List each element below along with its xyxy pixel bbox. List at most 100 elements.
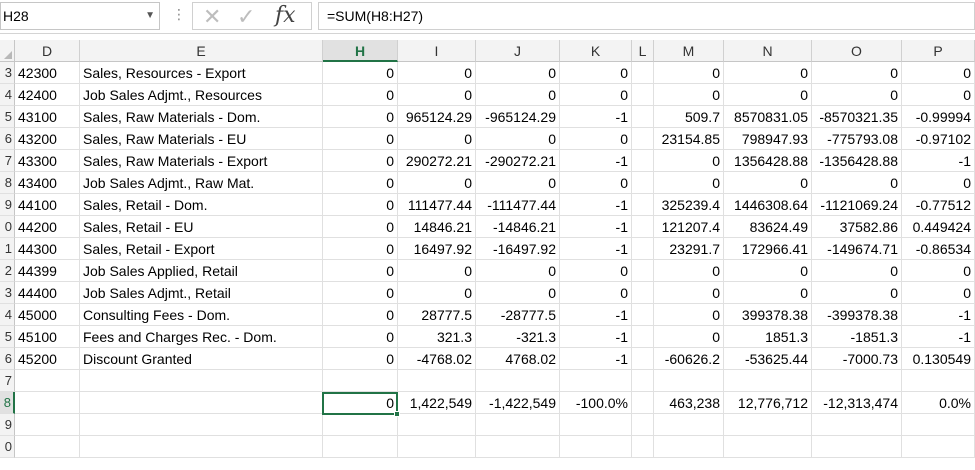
cell-i[interactable]: 0 xyxy=(398,282,476,304)
cell-e[interactable]: Fees and Charges Rec. - Dom. xyxy=(80,326,323,348)
row-header[interactable]: 3 xyxy=(0,282,15,304)
cell-j[interactable]: 0 xyxy=(476,84,560,106)
cell-h[interactable]: 0 xyxy=(323,260,398,282)
cell-i[interactable]: 111477.44 xyxy=(398,194,476,216)
cell-e[interactable]: Discount Granted xyxy=(80,348,323,370)
cell-k[interactable]: -1 xyxy=(560,150,632,172)
cell-m[interactable] xyxy=(654,436,724,458)
cell-h[interactable] xyxy=(323,370,398,392)
cell-i[interactable]: 0 xyxy=(398,260,476,282)
cell-o[interactable]: -12,313,474 xyxy=(812,392,902,414)
cell-p[interactable]: -1 xyxy=(902,326,975,348)
cell-h[interactable]: 0 xyxy=(323,172,398,194)
cell-k[interactable] xyxy=(560,370,632,392)
chevron-down-icon[interactable]: ▼ xyxy=(145,3,155,29)
cell-l[interactable] xyxy=(632,304,654,326)
row-header[interactable]: 5 xyxy=(0,106,15,128)
cell-d[interactable] xyxy=(15,392,80,414)
cell-l[interactable] xyxy=(632,150,654,172)
cell-l[interactable] xyxy=(632,348,654,370)
cell-i[interactable]: -4768.02 xyxy=(398,348,476,370)
cell-p[interactable]: 0 xyxy=(902,84,975,106)
select-all-button[interactable] xyxy=(0,40,15,62)
row-header[interactable]: 6 xyxy=(0,128,15,150)
cell-j[interactable]: -321.3 xyxy=(476,326,560,348)
column-header-d[interactable]: D xyxy=(15,40,80,62)
column-header-p[interactable]: P xyxy=(902,40,975,62)
row-header[interactable]: 5 xyxy=(0,326,15,348)
cell-m[interactable]: 121207.4 xyxy=(654,216,724,238)
cell-i[interactable]: 0 xyxy=(398,62,476,84)
cell-d[interactable]: 44200 xyxy=(15,216,80,238)
cell-m[interactable]: 0 xyxy=(654,304,724,326)
cell-h[interactable]: 0 xyxy=(323,348,398,370)
cell-i[interactable] xyxy=(398,414,476,436)
cell-o[interactable]: -775793.08 xyxy=(812,128,902,150)
row-header[interactable]: 4 xyxy=(0,84,15,106)
cell-p[interactable]: -0.86534 xyxy=(902,238,975,260)
cancel-icon[interactable]: ✕ xyxy=(203,4,221,30)
cell-k[interactable]: -1 xyxy=(560,216,632,238)
cell-l[interactable] xyxy=(632,84,654,106)
cell-e[interactable] xyxy=(80,392,323,414)
column-header-e[interactable]: E xyxy=(80,40,323,62)
cell-o[interactable] xyxy=(812,370,902,392)
cell-o[interactable]: 37582.86 xyxy=(812,216,902,238)
cell-o[interactable]: 0 xyxy=(812,62,902,84)
cell-n[interactable]: 1356428.88 xyxy=(724,150,812,172)
cell-l[interactable] xyxy=(632,392,654,414)
cell-d[interactable]: 42300 xyxy=(15,62,80,84)
cell-h[interactable]: 0 xyxy=(323,238,398,260)
cell-k[interactable]: 0 xyxy=(560,282,632,304)
cell-h[interactable]: 0 xyxy=(323,106,398,128)
column-header-j[interactable]: J xyxy=(476,40,560,62)
cell-m[interactable]: 23154.85 xyxy=(654,128,724,150)
cell-j[interactable]: -14846.21 xyxy=(476,216,560,238)
cell-n[interactable]: 12,776,712 xyxy=(724,392,812,414)
cell-h[interactable]: 0 xyxy=(323,128,398,150)
cell-e[interactable]: Job Sales Applied, Retail xyxy=(80,260,323,282)
cell-h[interactable]: 0 xyxy=(323,194,398,216)
cell-d[interactable]: 45000 xyxy=(15,304,80,326)
row-header[interactable]: 4 xyxy=(0,304,15,326)
cell-d[interactable] xyxy=(15,436,80,458)
cell-d[interactable]: 45100 xyxy=(15,326,80,348)
cell-k[interactable]: -1 xyxy=(560,194,632,216)
cell-l[interactable] xyxy=(632,370,654,392)
row-header[interactable]: 0 xyxy=(0,436,15,458)
cell-j[interactable]: -28777.5 xyxy=(476,304,560,326)
cell-e[interactable]: Consulting Fees - Dom. xyxy=(80,304,323,326)
cell-l[interactable] xyxy=(632,282,654,304)
cell-l[interactable] xyxy=(632,62,654,84)
cell-m[interactable]: 0 xyxy=(654,260,724,282)
cell-h[interactable]: 0 xyxy=(323,392,398,414)
cell-p[interactable] xyxy=(902,370,975,392)
cell-e[interactable]: Job Sales Adjmt., Resources xyxy=(80,84,323,106)
cell-h[interactable]: 0 xyxy=(323,84,398,106)
cell-j[interactable]: -1,422,549 xyxy=(476,392,560,414)
column-header-k[interactable]: K xyxy=(560,40,632,62)
cell-j[interactable]: 0 xyxy=(476,260,560,282)
cell-o[interactable]: -149674.71 xyxy=(812,238,902,260)
cell-h[interactable]: 0 xyxy=(323,62,398,84)
cell-e[interactable]: Sales, Resources - Export xyxy=(80,62,323,84)
cell-o[interactable]: 0 xyxy=(812,260,902,282)
cell-d[interactable]: 44300 xyxy=(15,238,80,260)
cell-d[interactable]: 45200 xyxy=(15,348,80,370)
column-header-h[interactable]: H xyxy=(323,40,398,62)
row-header[interactable]: 9 xyxy=(0,414,15,436)
cell-m[interactable]: 0 xyxy=(654,62,724,84)
cell-i[interactable]: 1,422,549 xyxy=(398,392,476,414)
cell-j[interactable] xyxy=(476,370,560,392)
cell-p[interactable] xyxy=(902,436,975,458)
cell-n[interactable]: 8570831.05 xyxy=(724,106,812,128)
cell-j[interactable]: 0 xyxy=(476,62,560,84)
insert-function-icon[interactable]: fx xyxy=(275,3,296,28)
row-header[interactable]: 0 xyxy=(0,216,15,238)
cell-n[interactable]: 399378.38 xyxy=(724,304,812,326)
cell-p[interactable]: 0.449424 xyxy=(902,216,975,238)
row-header[interactable]: 2 xyxy=(0,260,15,282)
more-options-icon[interactable]: ⋮ xyxy=(172,6,186,23)
cell-j[interactable]: -16497.92 xyxy=(476,238,560,260)
cell-j[interactable]: 0 xyxy=(476,282,560,304)
